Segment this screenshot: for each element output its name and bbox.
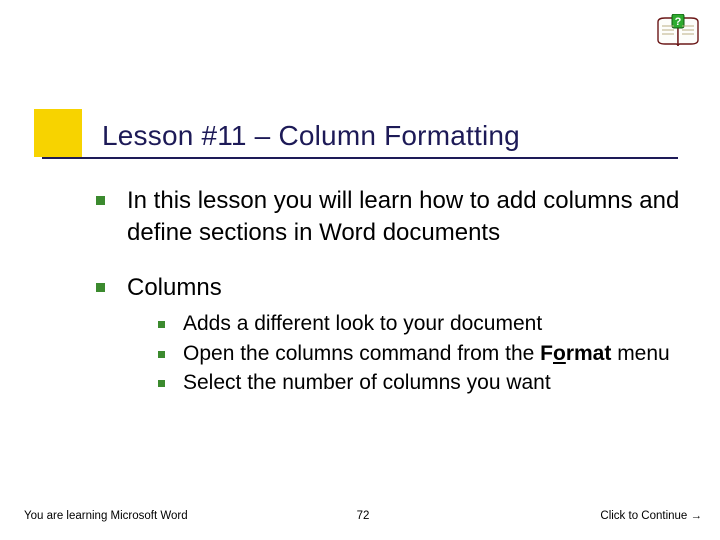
list-item: Columns: [96, 272, 686, 304]
list-item: In this lesson you will learn how to add…: [96, 185, 686, 248]
sub-bullet-text: Select the number of columns you want: [183, 369, 551, 397]
text-fragment: F: [540, 342, 553, 365]
content-area: In this lesson you will learn how to add…: [96, 185, 686, 399]
bullet-square-icon: [158, 321, 165, 328]
bullet-text: In this lesson you will learn how to add…: [127, 185, 686, 248]
bullet-text: Columns: [127, 272, 222, 304]
svg-text:?: ?: [675, 16, 682, 28]
page-number: 72: [337, 510, 390, 522]
list-item: Adds a different look to your document: [158, 310, 686, 338]
sub-bullet-text: Open the columns command from the Format…: [183, 340, 670, 368]
text-fragment: rmat: [566, 342, 612, 365]
footer-left-text: You are learning Microsoft Word: [24, 510, 337, 522]
text-fragment: Open the columns command from the: [183, 342, 540, 365]
title-underline: [42, 157, 678, 159]
footer: You are learning Microsoft Word 72 Click…: [0, 510, 720, 522]
bullet-square-icon: [96, 196, 105, 205]
accelerator-underline: o: [553, 342, 566, 365]
bullet-square-icon: [158, 380, 165, 387]
help-book-icon: ?: [656, 14, 700, 52]
bullet-square-icon: [158, 351, 165, 358]
slide-title: Lesson #11 – Column Formatting: [102, 120, 520, 152]
bullet-square-icon: [96, 283, 105, 292]
list-item: Select the number of columns you want: [158, 369, 686, 397]
continue-link[interactable]: Click to Continue →: [389, 510, 702, 522]
sub-bullet-text: Adds a different look to your document: [183, 310, 542, 338]
menu-name-bold: Format: [540, 342, 611, 365]
list-item: Open the columns command from the Format…: [158, 340, 686, 368]
sub-list: Adds a different look to your document O…: [158, 310, 686, 397]
text-fragment: menu: [611, 342, 669, 365]
title-accent-block: [34, 109, 82, 157]
